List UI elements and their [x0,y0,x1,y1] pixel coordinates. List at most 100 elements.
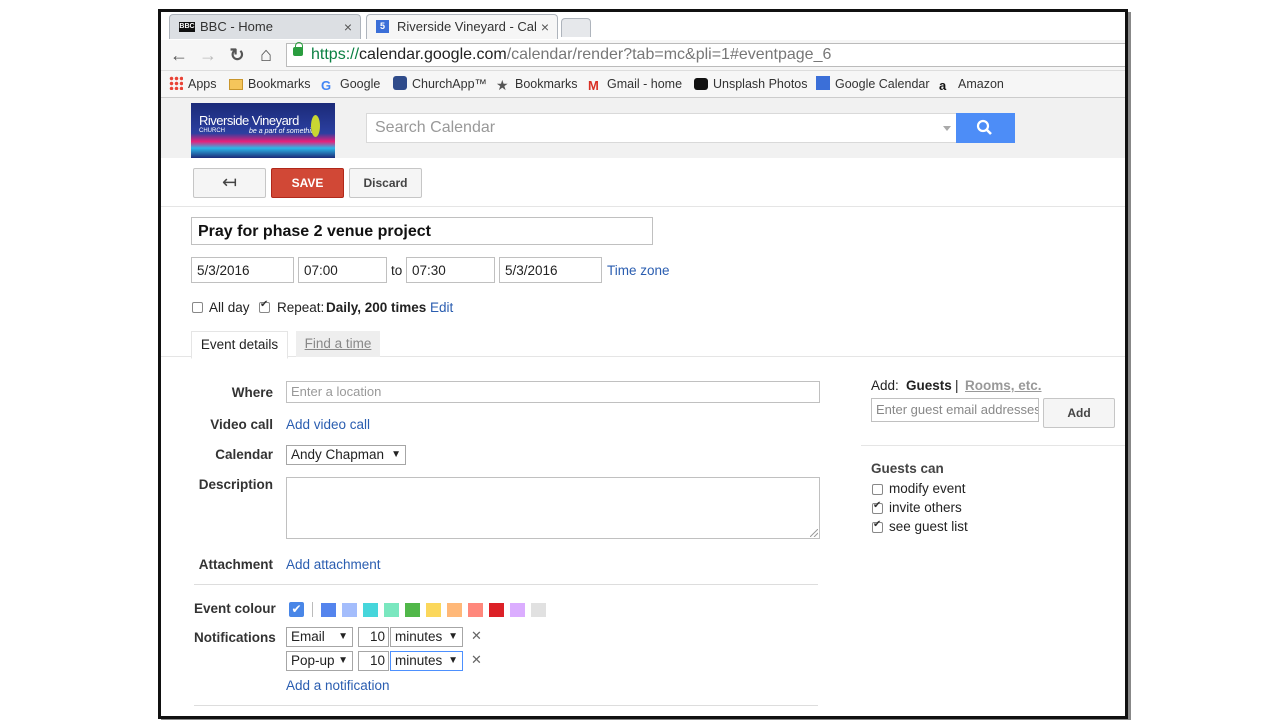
start-date-input[interactable]: 5/3/2016 [191,257,294,283]
edit-repeat-link[interactable]: Edit [430,300,453,315]
colour-swatch[interactable] [510,603,525,617]
reload-icon[interactable]: ↻ [226,44,248,66]
home-icon[interactable]: ⌂ [255,44,277,66]
address-bar[interactable]: https://calendar.google.com/calendar/ren… [286,42,1125,67]
start-time-input[interactable]: 07:00 [298,257,387,283]
action-bar: ↤ SAVE Discard [161,158,1125,207]
end-time-input[interactable]: 07:30 [406,257,495,283]
notification-method-select[interactable]: Pop-up ▼ [286,651,353,671]
notification-amount-input[interactable]: 10 [358,651,389,671]
back-to-calendar-button[interactable]: ↤ [193,168,266,198]
notification-unit-select[interactable]: minutes ▼ [390,627,463,647]
new-tab-button[interactable] [561,18,591,37]
remove-notification-icon[interactable]: ✕ [471,652,482,668]
colour-swatch[interactable] [426,603,441,617]
event-title-input[interactable]: Pray for phase 2 venue project [191,217,653,245]
lock-icon [293,42,303,56]
tab-rooms[interactable]: Rooms, etc. [965,378,1042,393]
camera-icon [694,78,708,90]
add-video-call-link[interactable]: Add video call [286,417,370,432]
tab-separator: | [955,378,959,393]
browser-window: BBC BBC - Home × 5 Riverside Vineyard - … [158,9,1128,719]
to-label: to [391,263,403,278]
bookmark-folder[interactable]: Bookmarks [229,76,311,92]
colour-swatch[interactable] [489,603,504,617]
description-label: Description [198,477,273,492]
browser-toolbar: ← → ↻ ⌂ https://calendar.google.com/cale… [161,40,1125,71]
tab-label: Riverside Vineyard - Calen [397,19,537,34]
bookmark-google-calendar[interactable]: Google Calendar [816,76,930,92]
colour-swatch[interactable] [342,603,357,617]
colour-swatch[interactable] [321,603,336,617]
bookmark-star-bookmarks[interactable]: ★ Bookmarks [496,76,578,92]
repeat-checkbox[interactable] [259,299,270,313]
colour-swatch[interactable] [531,603,546,617]
time-zone-link[interactable]: Time zone [607,263,670,278]
calendar-header: Riverside Vineyard CHURCH be a part of s… [161,98,1125,158]
description-textarea[interactable] [286,477,820,539]
see-guest-list-checkbox[interactable] [872,519,883,533]
location-input[interactable]: Enter a location [286,381,820,403]
invite-others-checkbox[interactable] [872,500,883,514]
dropdown-arrow-icon: ▼ [448,631,458,642]
tab-event-details[interactable]: Event details [191,331,288,359]
riverside-vineyard-logo[interactable]: Riverside Vineyard CHURCH be a part of s… [191,103,335,158]
close-tab-icon[interactable]: × [541,15,549,39]
resize-handle-icon[interactable] [810,529,818,537]
remove-notification-icon[interactable]: ✕ [471,628,482,644]
bookmark-amazon[interactable]: a Amazon [939,76,1004,93]
dropdown-arrow-icon: ▼ [448,655,458,666]
tab-guests[interactable]: Guests [906,378,952,393]
repeat-label: Repeat: [277,300,325,315]
star-icon: ★ [496,77,509,93]
colour-separator [312,602,313,617]
see-guest-list-label: see guest list [889,519,968,534]
all-day-checkbox[interactable] [192,302,203,313]
all-day-label: All day [209,300,250,315]
colour-swatch[interactable] [447,603,462,617]
end-date-input[interactable]: 5/3/2016 [499,257,602,283]
folder-icon [229,79,243,90]
search-button[interactable] [956,113,1015,143]
tab-find-a-time[interactable]: Find a time [296,331,380,357]
modify-event-checkbox[interactable] [872,484,883,495]
tab-bbc-home[interactable]: BBC BBC - Home × [169,14,361,39]
search-input[interactable]: Search Calendar [366,113,958,143]
colour-swatch[interactable] [384,603,399,617]
search-options-dropdown-icon[interactable] [943,126,951,131]
section-divider [194,705,818,706]
bbc-favicon-icon: BBC [179,22,195,32]
notification-method-select[interactable]: Email ▼ [286,627,353,647]
add-attachment-link[interactable]: Add attachment [286,557,381,572]
amazon-icon: a [939,78,947,93]
calendar-favicon-icon: 5 [376,20,389,33]
leaf-icon [311,115,320,137]
save-button[interactable]: SAVE [271,168,344,198]
bookmark-churchapp[interactable]: ChurchApp™ [393,76,487,92]
calendar-select[interactable]: Andy Chapman ▼ [286,445,406,465]
tab-riverside-calendar[interactable]: 5 Riverside Vineyard - Calen × [366,14,558,39]
bookmark-gmail[interactable]: M Gmail - home [588,76,682,93]
bookmark-google[interactable]: G Google [321,76,380,93]
default-colour-check-icon[interactable]: ✔ [289,602,304,617]
notification-amount-input[interactable]: 10 [358,627,389,647]
notification-unit-select[interactable]: minutes ▼ [390,651,463,671]
close-tab-icon[interactable]: × [344,15,352,39]
apps-grid-icon [169,76,183,90]
calendar-label: Calendar [215,447,273,462]
colour-swatch[interactable] [468,603,483,617]
churchapp-icon [393,76,407,90]
discard-button[interactable]: Discard [349,168,422,198]
colour-swatch[interactable] [405,603,420,617]
add-notification-link[interactable]: Add a notification [286,678,390,693]
back-arrow-icon[interactable]: ← [168,44,190,66]
dropdown-arrow-icon: ▼ [391,449,401,460]
modify-event-label: modify event [889,481,966,496]
colour-swatch[interactable] [363,603,378,617]
add-guest-button[interactable]: Add [1043,398,1115,428]
bookmark-apps[interactable]: Apps [169,76,217,92]
guest-email-input[interactable]: Enter guest email addresses [871,398,1039,422]
forward-arrow-icon[interactable]: → [197,44,219,66]
bookmark-unsplash[interactable]: Unsplash Photos [694,76,808,92]
invite-others-label: invite others [889,500,962,515]
